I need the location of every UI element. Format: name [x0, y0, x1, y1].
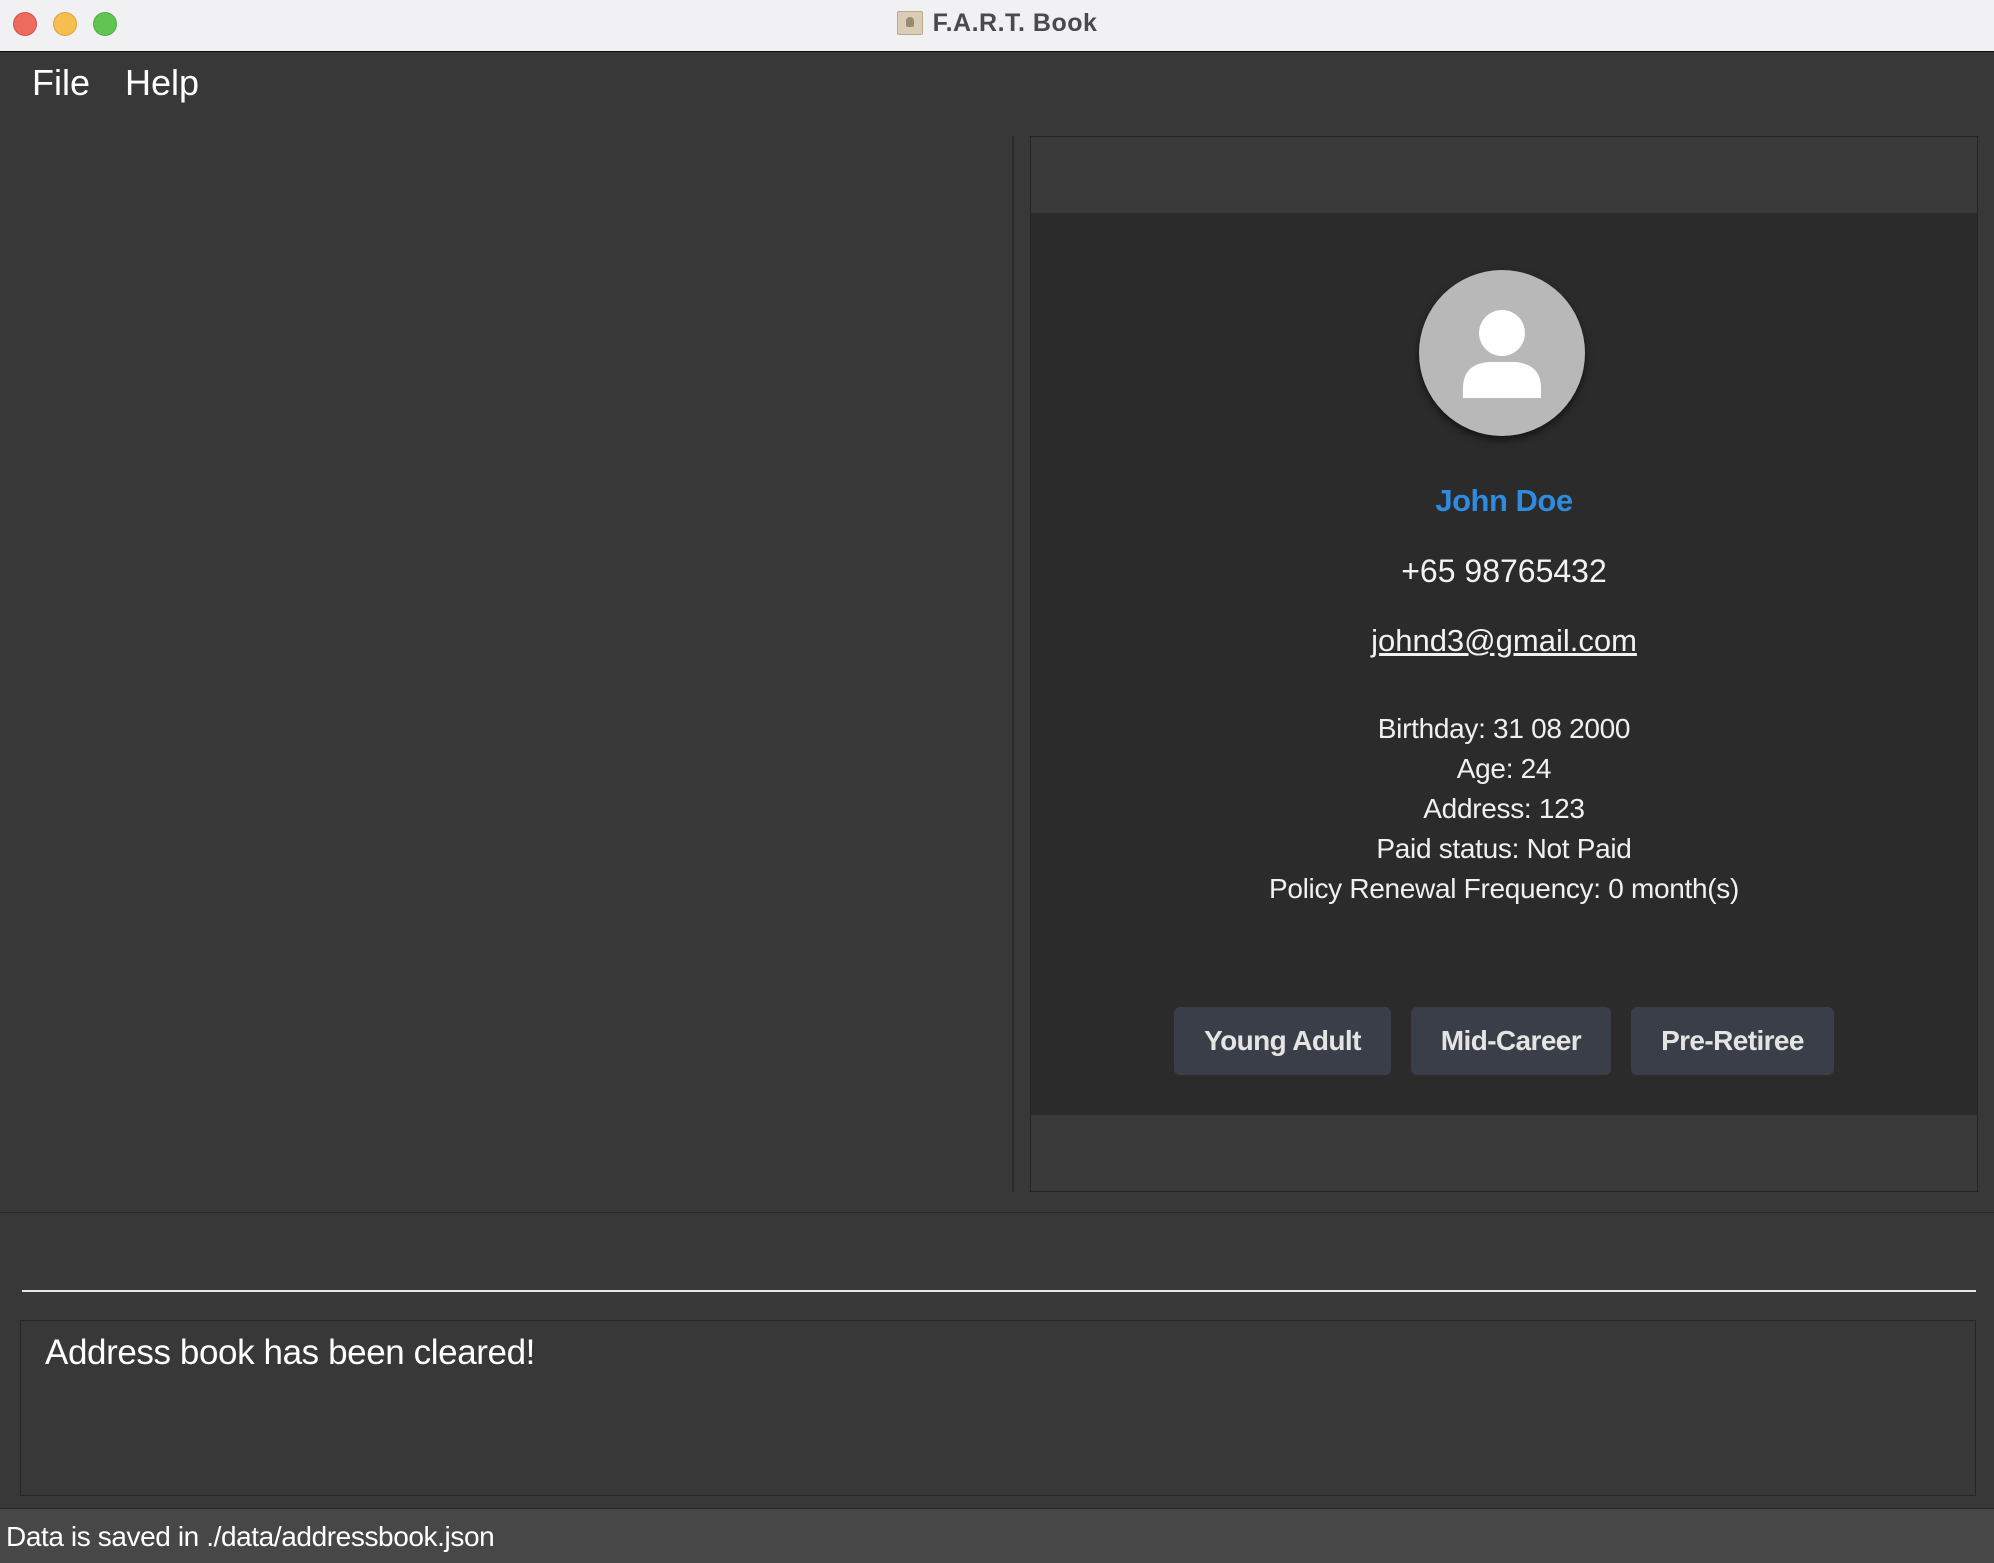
- tag-list: Young Adult Mid-Career Pre-Retiree: [1031, 1007, 1977, 1075]
- status-bar: Data is saved in ./data/addressbook.json: [0, 1508, 1994, 1563]
- tag-mid-career: Mid-Career: [1410, 1007, 1612, 1075]
- result-message: Address book has been cleared!: [45, 1333, 535, 1372]
- menu-bar: File Help: [0, 52, 1994, 122]
- person-renewal-frequency: Policy Renewal Frequency: 0 month(s): [1268, 873, 1740, 904]
- window-title: F.A.R.T. Book: [932, 8, 1098, 37]
- person-name: John Doe: [1435, 483, 1573, 518]
- title-container: F.A.R.T. Book: [0, 0, 1994, 46]
- menu-help[interactable]: Help: [125, 62, 199, 104]
- person-address: Address: 123: [1423, 793, 1585, 824]
- tag-young-adult: Young Adult: [1174, 1007, 1391, 1075]
- person-paid-status: Paid status: Not Paid: [1376, 833, 1632, 864]
- split-pane-divider[interactable]: [1012, 136, 1014, 1192]
- menu-file[interactable]: File: [32, 62, 90, 104]
- person-age: Age: 24: [1456, 753, 1552, 784]
- command-input[interactable]: [22, 1212, 1976, 1292]
- address-book-icon: [896, 11, 923, 35]
- result-display: Address book has been cleared!: [20, 1320, 1976, 1496]
- tag-pre-retiree: Pre-Retiree: [1631, 1007, 1834, 1075]
- person-phone: +65 98765432: [1401, 553, 1607, 589]
- person-detail-card: John Doe +65 98765432 johnd3@gmail.com B…: [1031, 213, 1977, 1115]
- person-email-link[interactable]: johnd3@gmail.com: [1031, 623, 1977, 659]
- person-icon: [1419, 270, 1585, 436]
- status-save-location: Data is saved in ./data/addressbook.json: [6, 1521, 495, 1552]
- title-bar: F.A.R.T. Book: [0, 0, 1994, 52]
- person-birthday: Birthday: 31 08 2000: [1377, 713, 1631, 744]
- person-list-panel[interactable]: [0, 136, 1012, 1192]
- app-window: F.A.R.T. Book File Help John Doe +65 987…: [0, 0, 1994, 1563]
